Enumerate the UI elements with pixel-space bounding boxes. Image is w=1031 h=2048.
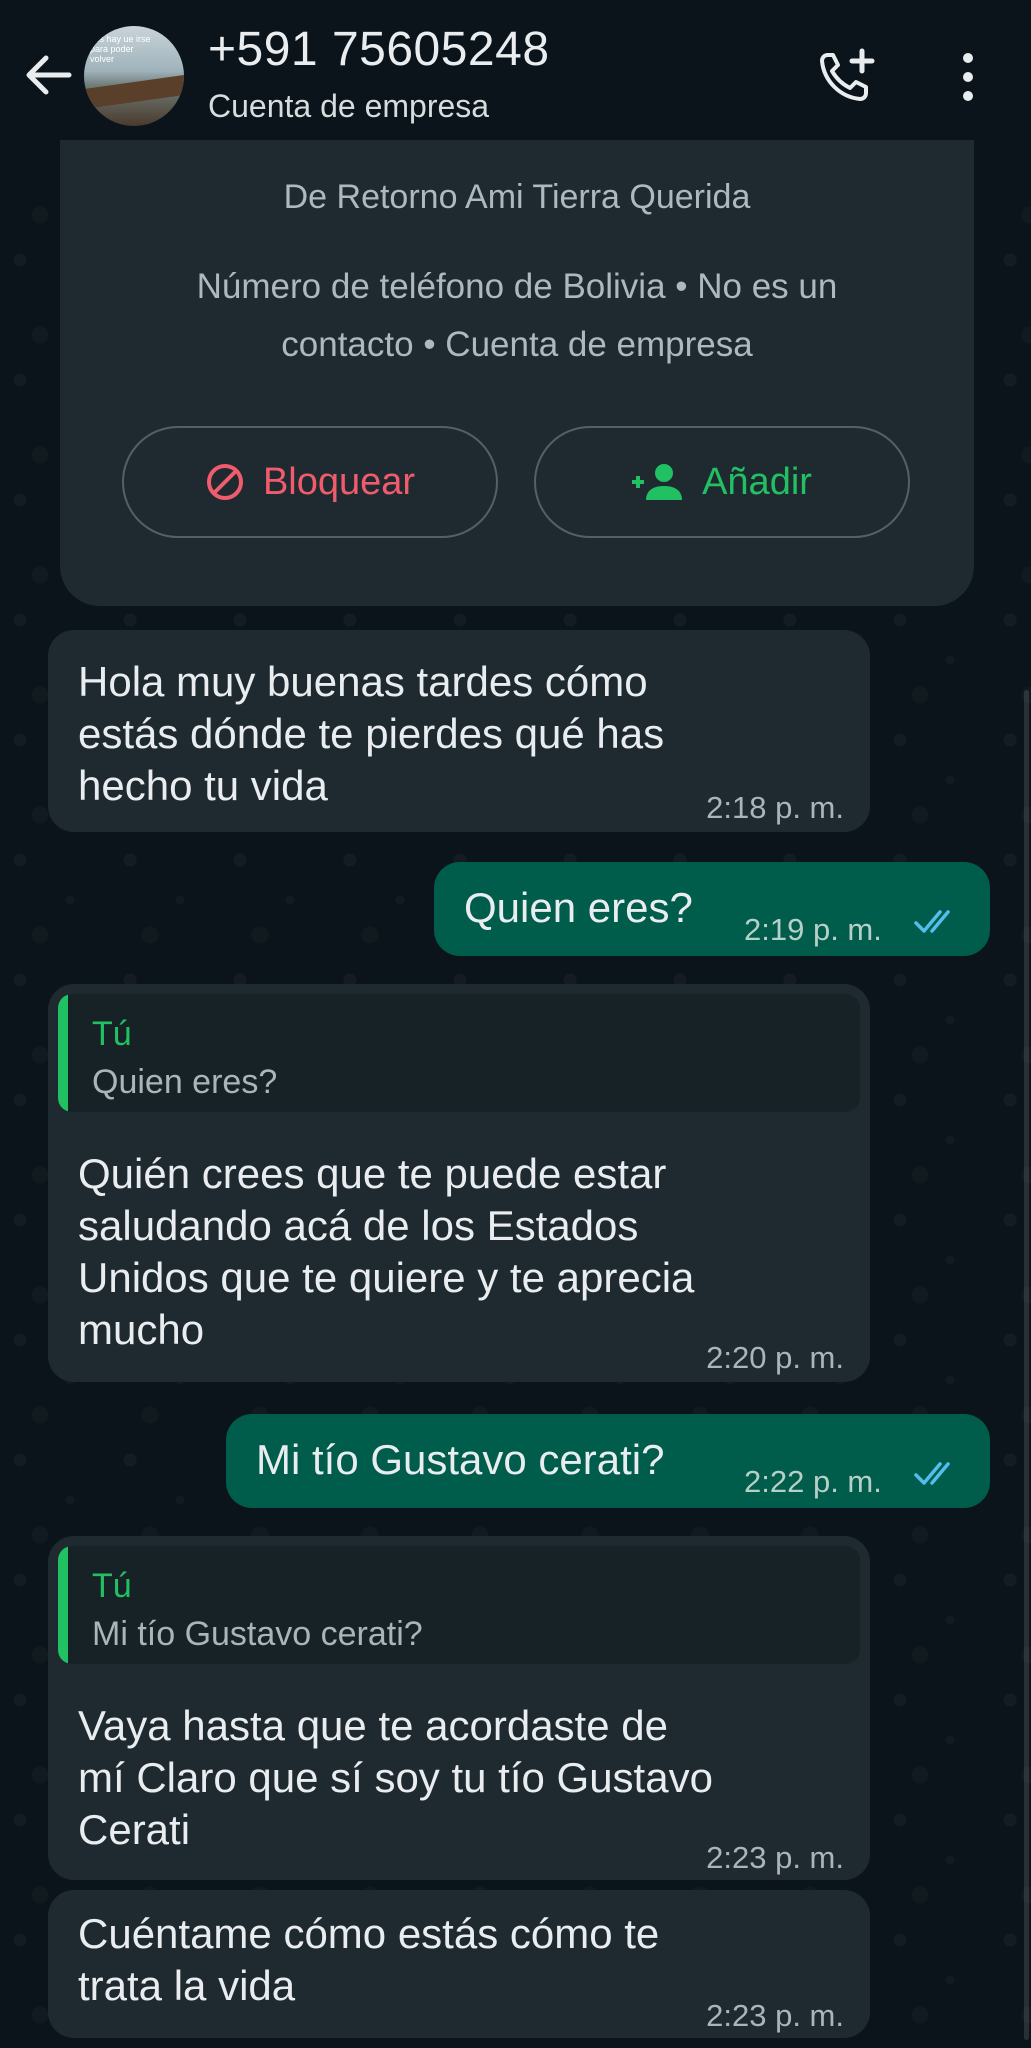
message-time: 2:20 p. m. — [706, 1340, 844, 1375]
business-info-card: De Retorno Ami Tierra Querida Número de … — [60, 140, 974, 606]
contact-avatar[interactable]: ces hay ue irse para poder volver — [84, 26, 184, 126]
quoted-message[interactable]: Tú Mi tío Gustavo cerati? — [58, 1546, 860, 1664]
more-vert-dot — [963, 91, 973, 101]
block-icon — [206, 464, 243, 500]
message-time: 2:19 p. m. — [744, 912, 882, 947]
block-button[interactable]: Bloquear — [122, 426, 498, 538]
arrow-left-icon — [26, 55, 72, 95]
add-button-label: Añadir — [702, 460, 812, 503]
chat-header: ces hay ue irse para poder volver +591 7… — [0, 0, 1031, 152]
double-check-icon — [914, 1462, 950, 1485]
message-bubble-incoming[interactable]: Cuéntame cómo estás cómo te trata la vid… — [48, 1890, 870, 2038]
quote-text: Quien eres? — [92, 1063, 278, 1101]
message-text: Mi tío Gustavo cerati? — [256, 1436, 665, 1483]
quote-author: Tú — [92, 1567, 132, 1605]
message-time: 2:18 p. m. — [706, 790, 844, 825]
person-add-icon — [632, 464, 683, 500]
message-text: Hola muy buenas tardes cómo estás dónde … — [78, 658, 665, 809]
avatar-caption: ces hay ue irse para poder volver — [90, 34, 151, 64]
message-bubble-outgoing[interactable]: Quien eres? 2:19 p. m. — [434, 862, 990, 956]
back-button[interactable] — [18, 42, 78, 108]
message-time: 2:23 p. m. — [706, 1998, 844, 2033]
scrollbar[interactable] — [1024, 690, 1029, 2040]
message-text: Vaya hasta que te acordaste de mí Claro … — [78, 1702, 713, 1853]
double-check-icon — [914, 910, 950, 933]
business-description: Número de teléfono de Bolivia • No es un… — [196, 267, 838, 364]
message-bubble-incoming[interactable]: Tú Quien eres? Quién crees que te puede … — [48, 984, 870, 1382]
quote-accent-bar — [58, 1546, 68, 1664]
more-vert-dot — [963, 72, 973, 82]
message-text: Cuéntame cómo estás cómo te trata la vid… — [78, 1910, 660, 2009]
quote-accent-bar — [58, 994, 68, 1112]
message-bubble-incoming[interactable]: Hola muy buenas tardes cómo estás dónde … — [48, 630, 870, 832]
contact-subtitle[interactable]: Cuenta de empresa — [208, 88, 489, 125]
message-bubble-outgoing[interactable]: Mi tío Gustavo cerati? 2:22 p. m. — [226, 1414, 990, 1508]
more-options-button[interactable] — [940, 44, 996, 110]
avatar-pier-shape — [84, 74, 184, 110]
message-text: Quien eres? — [464, 884, 693, 931]
quote-author: Tú — [92, 1015, 132, 1053]
more-vert-icon — [963, 53, 973, 63]
add-contact-button[interactable]: Añadir — [534, 426, 910, 538]
message-text: Quién crees que te puede estar saludando… — [78, 1150, 695, 1353]
add-call-icon — [820, 48, 875, 101]
quote-text: Mi tío Gustavo cerati? — [92, 1615, 423, 1653]
message-bubble-incoming[interactable]: Tú Mi tío Gustavo cerati? Vaya hasta que… — [48, 1536, 870, 1880]
block-button-label: Bloquear — [262, 460, 416, 503]
business-name: De Retorno Ami Tierra Querida — [283, 178, 751, 216]
contact-title[interactable]: +591 75605248 — [208, 22, 550, 77]
add-call-button[interactable] — [808, 44, 888, 110]
message-time: 2:22 p. m. — [744, 1464, 882, 1499]
message-time: 2:23 p. m. — [706, 1840, 844, 1875]
quoted-message[interactable]: Tú Quien eres? — [58, 994, 860, 1112]
